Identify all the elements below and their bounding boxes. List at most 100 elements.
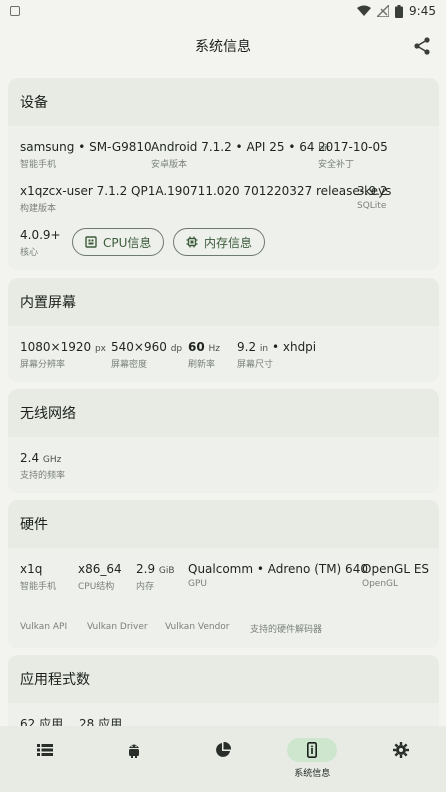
pie-chart-icon <box>216 742 231 757</box>
bottom-navigation: 系统信息 <box>0 726 446 792</box>
opengl-value: OpenGL ES <box>362 562 430 576</box>
frequency-unit: GHz <box>42 455 62 465</box>
size-value: 9.2 <box>237 340 257 354</box>
build-label: 构建版本 <box>20 204 57 214</box>
gpu-value: Qualcomm • Adreno (TM) 640 <box>188 562 368 576</box>
memory-label: 内存 <box>136 582 155 592</box>
list-icon <box>36 744 53 756</box>
patch-label: 安全补丁 <box>318 160 355 170</box>
wireless-card: 无线网络 2.4 GHz 支持的频率 <box>8 389 439 493</box>
user-apps-cell: 62 应用 <box>20 715 63 726</box>
opengl-label: OpenGL <box>362 579 399 589</box>
resolution-cell: 1080×1920 px 屏幕分辨率 <box>20 340 106 370</box>
density-label: 屏幕密度 <box>111 360 148 370</box>
vulkan-driver-label: Vulkan Driver <box>87 622 148 632</box>
user-apps-value: 62 应用 <box>20 717 64 726</box>
wireless-card-title: 无线网络 <box>8 389 439 437</box>
display-card-title: 内置屏幕 <box>8 278 439 326</box>
settings-icon <box>393 742 410 758</box>
nav-item-apps[interactable] <box>89 726 178 792</box>
build-value: x1qzcx-user 7.1.2 QP1A.190711.020 701220… <box>20 184 392 198</box>
density-unit: dp <box>170 344 183 354</box>
frequency-cell: 2.4 GHz 支持的频率 <box>20 451 65 481</box>
android-version-value: Android 7.1.2 • API 25 • 64 <box>151 140 315 154</box>
memory-unit: GiB <box>158 566 175 576</box>
size-label: 屏幕尺寸 <box>237 360 274 370</box>
wifi-icon <box>357 5 372 16</box>
gpu-label: GPU <box>188 579 207 589</box>
status-time: 9:45 <box>409 4 436 18</box>
size-cell: 9.2 in • xhdpi 屏幕尺寸 <box>237 340 316 370</box>
opengl-cell: OpenGL ES OpenGL <box>362 562 429 589</box>
decoders-label: 支持的硬件解码器 <box>250 625 323 635</box>
size-unit: in <box>259 344 269 354</box>
size-suffix: • xhdpi <box>271 340 317 354</box>
cpu-info-label: CPU信息 <box>103 235 152 250</box>
kernel-label: 核心 <box>20 248 39 258</box>
cpu-info-button[interactable]: CPU信息 <box>72 228 165 256</box>
share-icon[interactable] <box>412 36 432 56</box>
content-scroll[interactable]: 设备 samsung • SM-G9810 智能手机 Android 7.1.2… <box>0 76 446 726</box>
kernel-value: 4.0.9+ <box>20 228 61 242</box>
frequency-label: 支持的频率 <box>20 471 66 481</box>
frequency-value: 2.4 <box>20 451 40 465</box>
nav-label-system-info: 系统信息 <box>294 769 331 779</box>
density-cell: 540×960 dp 屏幕密度 <box>111 340 182 370</box>
android-icon <box>128 744 139 758</box>
notification-icon <box>10 6 20 16</box>
resolution-value: 1080×1920 <box>20 340 92 354</box>
memory-cell: 2.9 GiB 内存 <box>136 562 175 592</box>
brand-model-value: samsung • SM-G9810 <box>20 140 152 154</box>
hardware-card: 硬件 x1q 智能手机 x86_64 CPU结构 2.9 GiB 内存 Qual… <box>8 500 439 648</box>
wireless-card-body: 2.4 GHz 支持的频率 <box>8 437 439 493</box>
status-bar: 9:45 <box>0 0 446 22</box>
hw-device-label: 智能手机 <box>20 582 57 592</box>
device-card: 设备 samsung • SM-G9810 智能手机 Android 7.1.2… <box>8 78 439 270</box>
vulkan-api-label: Vulkan API <box>20 622 68 632</box>
refresh-value: 60 <box>188 340 205 354</box>
resolution-label: 屏幕分辨率 <box>20 360 66 370</box>
patch-cell: 2017-10-05 安全补丁 <box>318 140 388 170</box>
apps-card-body: 62 应用 28 应用 <box>8 703 439 726</box>
system-apps-cell: 28 应用 <box>79 715 122 726</box>
refresh-cell: 60 Hz 刷新率 <box>188 340 220 370</box>
display-card-body: 1080×1920 px 屏幕分辨率 540×960 dp 屏幕密度 60 Hz… <box>8 326 439 382</box>
build-cell: x1qzcx-user 7.1.2 QP1A.190711.020 701220… <box>20 184 391 214</box>
page-title: 系统信息 <box>195 39 251 55</box>
nav-item-list[interactable] <box>0 726 89 792</box>
battery-icon <box>395 4 404 18</box>
nav-item-system-info[interactable]: 系统信息 <box>268 726 357 792</box>
system-apps-value: 28 应用 <box>79 717 123 726</box>
android-version-label: 安卓版本 <box>151 160 188 170</box>
signal-icon <box>377 5 390 17</box>
hw-device-cell: x1q 智能手机 <box>20 562 56 592</box>
cpu-icon <box>85 236 97 248</box>
device-card-title: 设备 <box>8 78 439 126</box>
gpu-cell: Qualcomm • Adreno (TM) 640 GPU <box>188 562 368 589</box>
brand-model-cell: samsung • SM-G9810 智能手机 <box>20 140 152 170</box>
cpu-arch-cell: x86_64 CPU结构 <box>78 562 122 592</box>
apps-card: 应用程式数 62 应用 28 应用 <box>8 655 439 726</box>
apps-card-title: 应用程式数 <box>8 655 439 703</box>
memory-info-label: 内存信息 <box>204 235 253 250</box>
sqlite-cell: 3.9.2 SQLite <box>357 184 388 211</box>
vulkan-vendor-label: Vulkan Vendor <box>165 622 230 632</box>
resolution-unit: px <box>94 344 107 354</box>
density-value: 540×960 <box>111 340 167 354</box>
memory-info-button[interactable]: 内存信息 <box>173 228 266 256</box>
memory-value: 2.9 <box>136 562 156 576</box>
phone-info-icon <box>307 742 318 758</box>
android-version-cell: Android 7.1.2 • API 25 • 64 bit 安卓版本 <box>151 140 330 170</box>
nav-item-storage[interactable] <box>178 726 267 792</box>
cpu-arch-label: CPU结构 <box>78 582 115 592</box>
patch-value: 2017-10-05 <box>318 140 388 154</box>
refresh-label: 刷新率 <box>188 360 216 370</box>
cpu-arch-value: x86_64 <box>78 562 122 576</box>
kernel-cell: 4.0.9+ 核心 <box>20 228 61 258</box>
nav-item-settings[interactable] <box>357 726 446 792</box>
display-card: 内置屏幕 1080×1920 px 屏幕分辨率 540×960 dp 屏幕密度 … <box>8 278 439 382</box>
refresh-unit: Hz <box>208 344 221 354</box>
sqlite-value: 3.9.2 <box>357 184 388 198</box>
device-card-body: samsung • SM-G9810 智能手机 Android 7.1.2 • … <box>8 126 439 270</box>
sqlite-label: SQLite <box>357 201 387 211</box>
